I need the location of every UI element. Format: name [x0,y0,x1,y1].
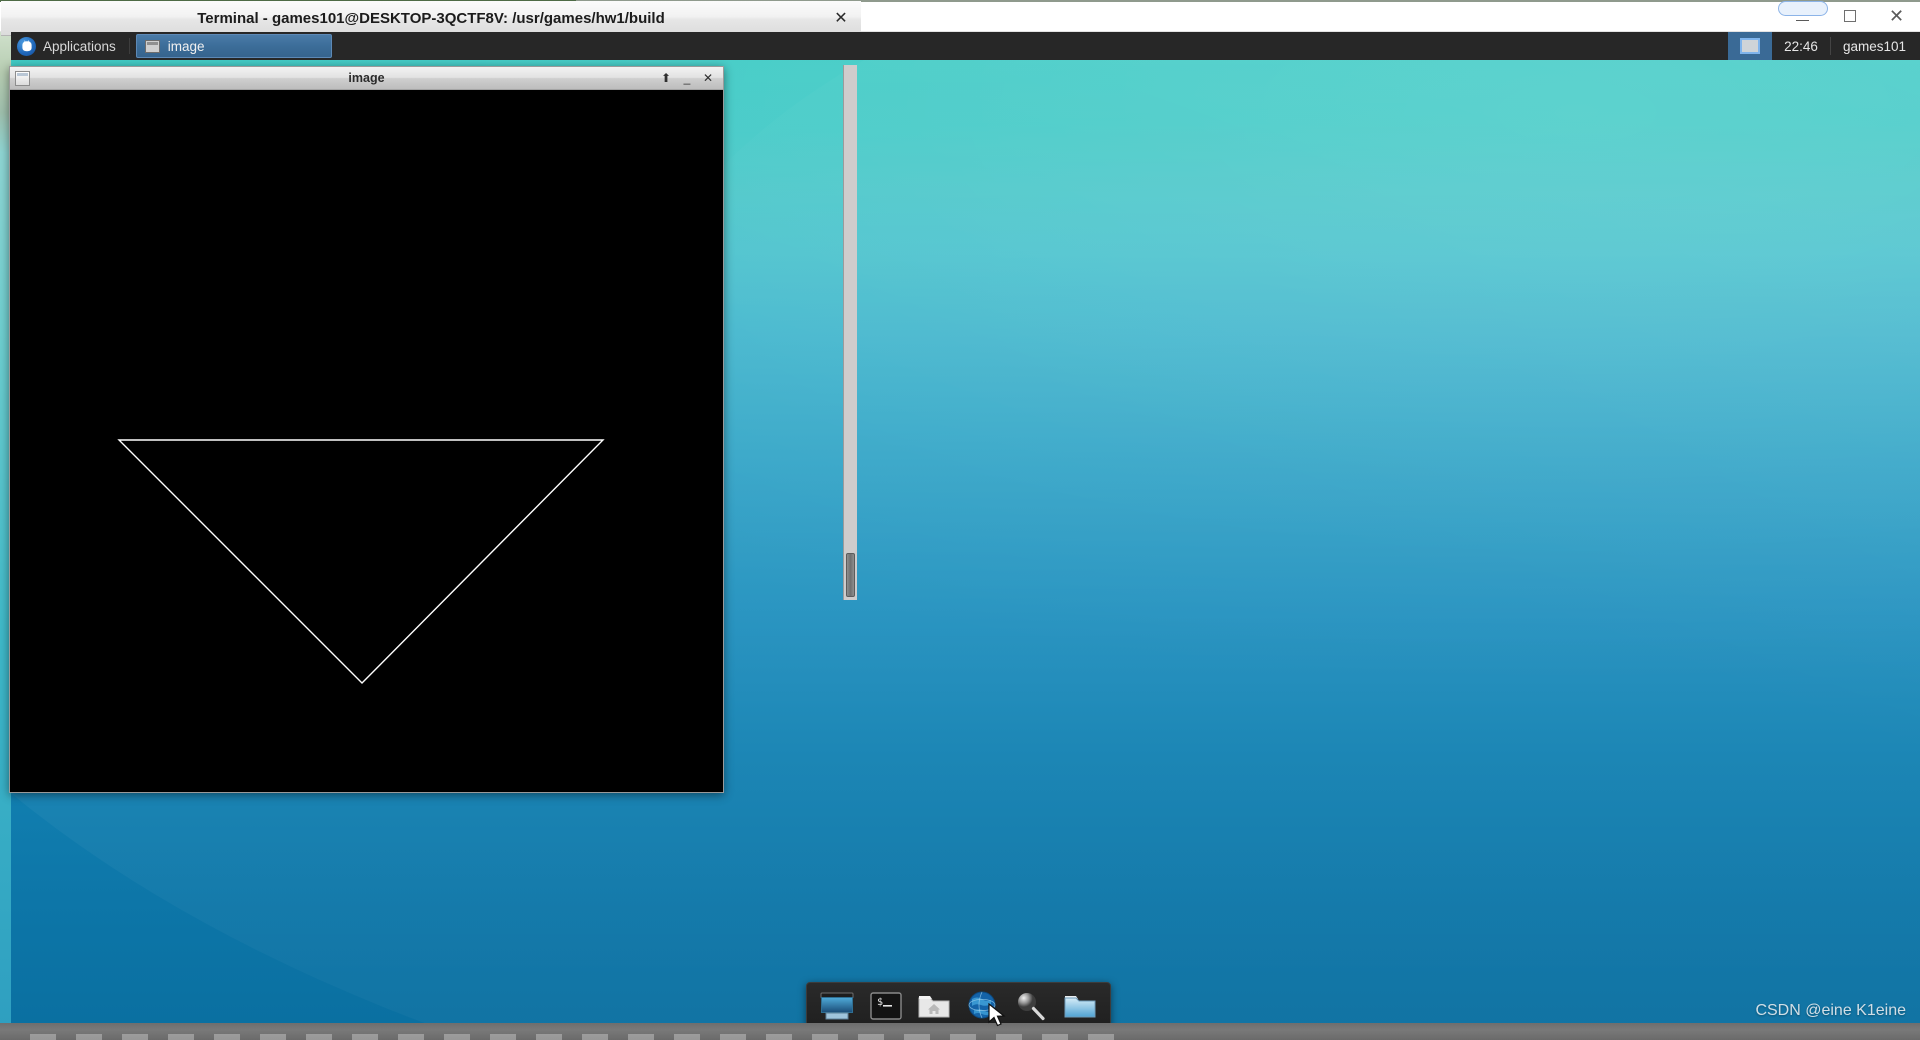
minimize-hover-pill [1777,1,1828,16]
image-window-frame: image ⬆ _ ✕ [9,66,724,793]
panel-separator [128,38,130,54]
window-menu-icon[interactable] [15,70,30,86]
close-button[interactable]: ✕ [702,72,714,84]
host-maximize-button[interactable] [1826,0,1873,32]
minimize-button[interactable]: _ [681,72,693,84]
close-glyph: ✕ [1888,6,1905,26]
shade-button[interactable]: ⬆ [660,72,672,84]
host-minimize-button[interactable] [1777,0,1828,32]
dock-search-icon[interactable] [1009,986,1053,1026]
taskbar-items-ghost [30,1034,1130,1040]
dock-home-folder-icon[interactable] [912,986,956,1026]
maximize-glyph [1843,10,1856,22]
applications-mouse-icon [17,36,36,56]
host-window-controls: ✕ [1777,0,1920,32]
screen-root: VcXsrv Server - Display DESKTOP-3QCTF8V:… [0,0,1920,1040]
taskbar-item-image[interactable]: image [135,34,332,58]
panel-right-group: 22:46 games101 [1728,32,1920,60]
minimize-glyph [1796,19,1809,21]
workspace-switcher[interactable] [1728,32,1773,60]
workspace-1-icon [1740,38,1761,54]
xfce-top-panel: Applications image 22:46 games101 [11,32,1920,60]
image-window-buttons: ⬆ _ ✕ [660,72,720,84]
terminal-window-title: Terminal - games101@DESKTOP-3QCTF8V: /us… [197,9,665,27]
terminal-scrollbar[interactable] [843,65,857,600]
terminal-scrollbar-thumb[interactable] [846,553,855,597]
image-window-title: image [348,71,385,85]
applications-menu-button[interactable]: Applications [11,32,125,60]
terminal-titlebar[interactable]: Terminal - games101@DESKTOP-3QCTF8V: /us… [1,1,861,36]
windows-taskbar-sliver[interactable] [0,1023,1920,1040]
panel-clock[interactable]: 22:46 [1772,39,1830,54]
watermark: CSDN @eine K1eine [1755,1002,1906,1019]
window-icon [144,39,160,53]
dock-display-settings-icon[interactable] [815,986,859,1026]
rasterized-triangle-svg [10,90,723,792]
dock-folder-icon[interactable] [1058,986,1102,1026]
terminal-close-button[interactable]: ✕ [831,9,851,29]
mouse-cursor-icon [988,1002,1008,1034]
image-window[interactable]: image ⬆ _ ✕ [9,66,724,793]
dock-terminal-icon[interactable]: $ [864,986,908,1026]
svg-text:$: $ [877,997,883,1008]
taskbar-item-label: image [167,38,205,54]
image-canvas[interactable] [10,90,723,792]
applications-menu-label: Applications [43,38,116,54]
panel-username[interactable]: games101 [1831,39,1920,54]
image-window-titlebar[interactable]: image ⬆ _ ✕ [10,67,723,90]
host-close-button[interactable]: ✕ [1873,0,1920,32]
